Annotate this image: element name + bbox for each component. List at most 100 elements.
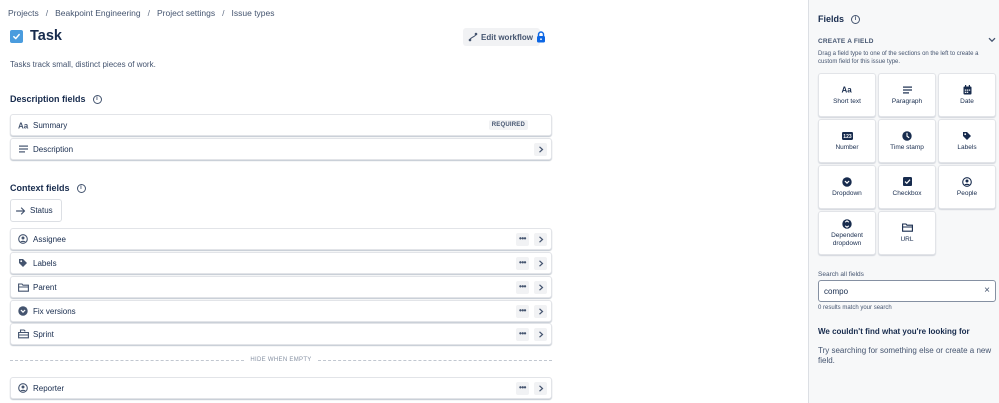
context-fields-title: Context fields xyxy=(10,183,70,193)
more-actions-button[interactable]: ••• xyxy=(516,327,529,341)
field-label: Sprint xyxy=(33,329,54,339)
field-type-label: Date xyxy=(960,98,974,105)
hide-when-empty-label: HIDE WHEN EMPTY xyxy=(250,357,312,363)
tag-icon xyxy=(17,257,29,269)
edit-workflow-button[interactable]: Edit workflow xyxy=(463,28,540,46)
svg-text:Aa: Aa xyxy=(842,86,853,95)
breadcrumb-separator: / xyxy=(45,8,49,18)
field-type-label: People xyxy=(956,190,978,197)
field-type-short-text[interactable]: Aa Short text xyxy=(818,73,876,117)
field-type-label: URL xyxy=(900,236,914,243)
field-row-sprint[interactable]: Sprint ••• xyxy=(10,323,552,345)
info-icon[interactable]: i xyxy=(851,14,861,24)
more-actions-button[interactable]: ••• xyxy=(516,280,529,294)
required-badge: REQUIRED xyxy=(488,120,528,130)
field-type-labels[interactable]: Labels xyxy=(938,119,996,163)
chevron-right-icon[interactable] xyxy=(534,327,547,341)
edit-workflow-label: Edit workflow xyxy=(481,32,533,42)
field-type-time-stamp[interactable]: Time stamp xyxy=(878,119,936,163)
field-row-parent[interactable]: Parent ••• xyxy=(10,276,552,298)
chevron-right-icon[interactable] xyxy=(534,142,547,156)
create-field-hint: Drag a field type to one of the sections… xyxy=(818,51,979,65)
search-fields-input[interactable] xyxy=(824,286,985,296)
search-fields-box: × xyxy=(818,280,996,302)
tag-icon xyxy=(962,130,972,141)
dropdown-icon xyxy=(842,176,852,187)
person-circle-icon xyxy=(17,233,29,245)
field-type-label: Time stamp xyxy=(890,144,924,151)
page-title: Task xyxy=(30,28,62,44)
field-type-dependent-dropdown[interactable]: Dependent dropdown xyxy=(818,211,876,255)
field-type-url[interactable]: URL xyxy=(878,211,936,255)
field-type-label: Checkbox xyxy=(892,190,922,197)
create-field-header[interactable]: CREATE A FIELD xyxy=(818,37,996,45)
chevron-down-icon[interactable] xyxy=(988,37,996,45)
breadcrumb-separator: / xyxy=(222,8,225,18)
paragraph-icon xyxy=(17,143,29,155)
folder-icon xyxy=(17,281,29,293)
field-row-reporter[interactable]: Reporter ••• xyxy=(10,377,552,399)
field-type-number[interactable]: 123 Number xyxy=(818,119,876,163)
empty-state-title: We couldn't find what you're looking for xyxy=(818,327,970,336)
status-field[interactable]: Status xyxy=(10,199,62,222)
fields-panel-title: Fields i xyxy=(818,14,861,24)
clock-icon xyxy=(902,130,912,141)
clear-search-icon[interactable]: × xyxy=(984,286,990,296)
field-row-labels[interactable]: Labels ••• xyxy=(10,252,552,274)
chevron-right-icon[interactable] xyxy=(534,232,547,246)
main-area: Projects / Beakpoint Engineering / Proje… xyxy=(0,0,808,403)
field-type-checkbox[interactable]: Checkbox xyxy=(878,165,936,209)
field-type-label: Labels xyxy=(957,144,977,151)
info-icon[interactable]: i xyxy=(92,94,102,104)
person-circle-icon xyxy=(962,176,972,187)
field-row-summary[interactable]: Aa Summary REQUIRED xyxy=(10,114,552,136)
description-fields-heading: Description fields i xyxy=(10,94,102,104)
more-actions-button[interactable]: ••• xyxy=(516,256,529,270)
chevron-circle-icon xyxy=(17,305,29,317)
breadcrumb-issue-types[interactable]: Issue types xyxy=(232,8,275,18)
more-actions-button[interactable]: ••• xyxy=(516,304,529,318)
title-row: Task xyxy=(10,28,62,44)
field-row-description[interactable]: Description xyxy=(10,138,552,160)
checkbox-icon xyxy=(902,176,912,187)
context-fields-heading: Context fields i xyxy=(10,183,86,193)
field-type-label: Paragraph xyxy=(891,98,923,105)
field-label: Reporter xyxy=(33,383,65,393)
field-row-fix-versions[interactable]: Fix versions ••• xyxy=(10,300,552,322)
chevron-right-icon[interactable] xyxy=(534,381,547,395)
field-row-assignee[interactable]: Assignee ••• xyxy=(10,228,552,250)
arrow-right-icon xyxy=(16,206,26,215)
svg-text:Aa: Aa xyxy=(18,121,29,130)
field-label: Assignee xyxy=(33,234,66,244)
chevron-right-icon[interactable] xyxy=(534,280,547,294)
search-fields-label: Search all fields xyxy=(818,271,864,278)
field-type-people[interactable]: People xyxy=(938,165,996,209)
workflow-icon xyxy=(468,32,478,42)
field-type-dropdown[interactable]: Dropdown xyxy=(818,165,876,209)
breadcrumb-project[interactable]: Beakpoint Engineering xyxy=(55,8,141,18)
chevron-right-icon[interactable] xyxy=(534,304,547,318)
field-type-paragraph[interactable]: Paragraph xyxy=(878,73,936,117)
dependent-dropdown-icon xyxy=(842,218,852,229)
fields-panel-heading: Fields xyxy=(818,14,845,24)
lock-icon[interactable] xyxy=(536,30,546,48)
field-type-label: Dependent dropdown xyxy=(831,232,863,247)
more-actions-button[interactable]: ••• xyxy=(516,381,529,395)
breadcrumb-separator: / xyxy=(147,8,151,18)
calendar-icon xyxy=(963,84,972,95)
breadcrumb-project-settings[interactable]: Project settings xyxy=(157,8,215,18)
more-actions-button[interactable]: ••• xyxy=(516,232,529,246)
number-icon: 123 xyxy=(841,130,853,141)
breadcrumb-projects[interactable]: Projects xyxy=(8,8,39,18)
text-aa-icon: Aa xyxy=(17,119,29,131)
field-type-label: Number xyxy=(835,144,859,151)
svg-text:123: 123 xyxy=(843,134,852,140)
create-field-heading: CREATE A FIELD xyxy=(818,37,874,45)
chevron-right-icon[interactable] xyxy=(534,256,547,270)
info-icon[interactable]: i xyxy=(76,183,86,193)
text-aa-icon: Aa xyxy=(841,84,853,95)
person-circle-icon xyxy=(17,382,29,394)
field-type-date[interactable]: Date xyxy=(938,73,996,117)
hide-when-empty-divider: HIDE WHEN EMPTY xyxy=(10,355,553,365)
sprint-icon xyxy=(17,328,29,340)
